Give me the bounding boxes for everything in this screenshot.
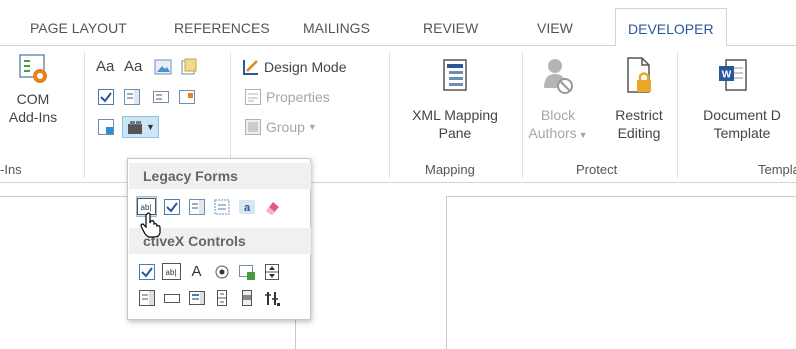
ribbon-tab-bar: PAGE LAYOUT REFERENCES MAILINGS REVIEW V… — [0, 0, 796, 47]
eraser-icon[interactable] — [261, 196, 282, 217]
plain-text-control-button[interactable]: Aa — [124, 58, 142, 75]
xml-mapping-label: XML Mapping Pane — [412, 107, 498, 141]
tab-review[interactable]: REVIEW — [423, 20, 478, 36]
legacy-tools-button[interactable]: ▼ — [122, 116, 159, 138]
legacy-tools-icon — [126, 118, 144, 136]
activex-scroll-bar-icon[interactable] — [236, 287, 257, 308]
legacy-frame-icon[interactable] — [211, 196, 232, 217]
activex-row-1: ab| A — [136, 261, 282, 282]
checkbox-control-button[interactable] — [97, 88, 119, 106]
activex-text-box-icon[interactable]: ab| — [161, 261, 182, 282]
com-add-ins-icon — [16, 52, 50, 86]
restrict-editing-label: Restrict Editing — [615, 107, 663, 141]
legacy-forms-header: Legacy Forms — [129, 163, 311, 189]
page-right[interactable] — [446, 196, 796, 349]
activex-command-button-icon[interactable] — [161, 287, 182, 308]
activex-combo-box-icon[interactable] — [136, 287, 157, 308]
chevron-down-icon: ▼ — [146, 122, 155, 132]
group-separator — [84, 52, 85, 178]
activex-spin-button-icon[interactable] — [261, 261, 282, 282]
block-authors-icon — [541, 54, 575, 102]
tab-mailings[interactable]: MAILINGS — [303, 20, 370, 36]
hand-cursor-icon — [140, 212, 162, 238]
label-glyph: A — [191, 263, 202, 280]
activex-list-box-icon[interactable] — [186, 287, 207, 308]
activex-checkbox-icon[interactable] — [136, 261, 157, 282]
combo-box-icon — [123, 88, 141, 106]
combo-box-control-button[interactable] — [123, 88, 145, 106]
properties-icon — [244, 88, 262, 106]
group-label: Group — [266, 119, 305, 135]
group-separator — [389, 52, 390, 178]
document-template-label: Document D Template — [703, 107, 781, 141]
design-mode-label: Design Mode — [264, 59, 347, 75]
com-add-ins-label: COM Add-Ins — [8, 91, 58, 125]
plain-text-icon: Aa — [124, 58, 143, 75]
properties-label: Properties — [266, 89, 330, 105]
chevron-down-icon: ▼ — [307, 122, 317, 132]
checkbox-icon — [97, 88, 115, 106]
building-block-icon — [180, 58, 198, 76]
picture-control-button[interactable] — [154, 58, 176, 76]
dropdown-list-control-button[interactable] — [152, 88, 174, 106]
document-template-button[interactable]: W Document D Template — [688, 54, 796, 142]
protect-group-label: Protect — [576, 162, 618, 177]
date-picker-control-button[interactable] — [178, 88, 200, 106]
svg-text:ab|: ab| — [141, 203, 152, 212]
block-authors-label: Block Authors ▼ — [528, 107, 588, 141]
activex-option-button-icon[interactable] — [211, 261, 232, 282]
design-mode-icon — [242, 58, 260, 76]
rich-text-control-button[interactable]: Aa — [96, 58, 114, 75]
picture-icon — [154, 58, 172, 76]
mapping-group-label: Mapping — [425, 162, 475, 177]
tab-page-layout[interactable]: PAGE LAYOUT — [30, 20, 127, 36]
xml-mapping-pane-button[interactable]: XML Mapping Pane — [396, 54, 514, 142]
building-block-button[interactable] — [180, 58, 202, 76]
lock-document-icon — [622, 54, 656, 102]
activex-toggle-button-icon[interactable] — [211, 287, 232, 308]
block-authors-button[interactable]: Block Authors ▼ — [528, 54, 588, 144]
word-document-icon: W — [716, 54, 750, 102]
activex-image-icon[interactable] — [236, 261, 257, 282]
legacy-dropdown-field-icon[interactable] — [186, 196, 207, 217]
design-mode-button[interactable]: Design Mode — [242, 58, 347, 76]
properties-button[interactable]: Properties — [244, 88, 330, 106]
dropdown-list-icon — [152, 88, 170, 106]
repeating-section-button[interactable] — [97, 118, 119, 136]
svg-text:W: W — [722, 70, 732, 81]
group-icon — [244, 118, 262, 136]
form-field-shading-icon[interactable]: a — [236, 196, 257, 217]
chevron-down-icon: ▼ — [578, 130, 588, 140]
more-controls-icon[interactable] — [261, 287, 282, 308]
group-separator — [677, 52, 678, 178]
restrict-editing-button[interactable]: Restrict Editing — [606, 54, 672, 142]
tab-developer[interactable]: DEVELOPER — [615, 8, 727, 47]
xml-mapping-icon — [438, 54, 472, 102]
group-separator — [522, 52, 523, 178]
ribbon: COM Add-Ins -Ins Aa Aa ▼ Design Mode Pro… — [0, 46, 796, 183]
group-button[interactable]: Group ▼ — [244, 118, 317, 136]
templates-group-label: Templa — [758, 162, 796, 177]
svg-text:ab|: ab| — [166, 268, 177, 277]
com-add-ins-button[interactable]: COM Add-Ins — [2, 52, 64, 126]
legacy-checkbox-icon[interactable] — [161, 196, 182, 217]
tab-references[interactable]: REFERENCES — [174, 20, 270, 36]
legacy-tools-dropdown: Legacy Forms ab| a ctiveX Controls ab| A — [127, 158, 311, 320]
svg-text:a: a — [243, 202, 250, 214]
repeating-section-icon — [97, 118, 115, 136]
activex-label-icon[interactable]: A — [186, 261, 207, 282]
add-ins-group-label: -Ins — [0, 162, 22, 177]
date-picker-icon — [178, 88, 196, 106]
rich-text-icon: Aa — [96, 58, 115, 75]
activex-row-2 — [136, 287, 282, 308]
tab-view[interactable]: VIEW — [537, 20, 573, 36]
